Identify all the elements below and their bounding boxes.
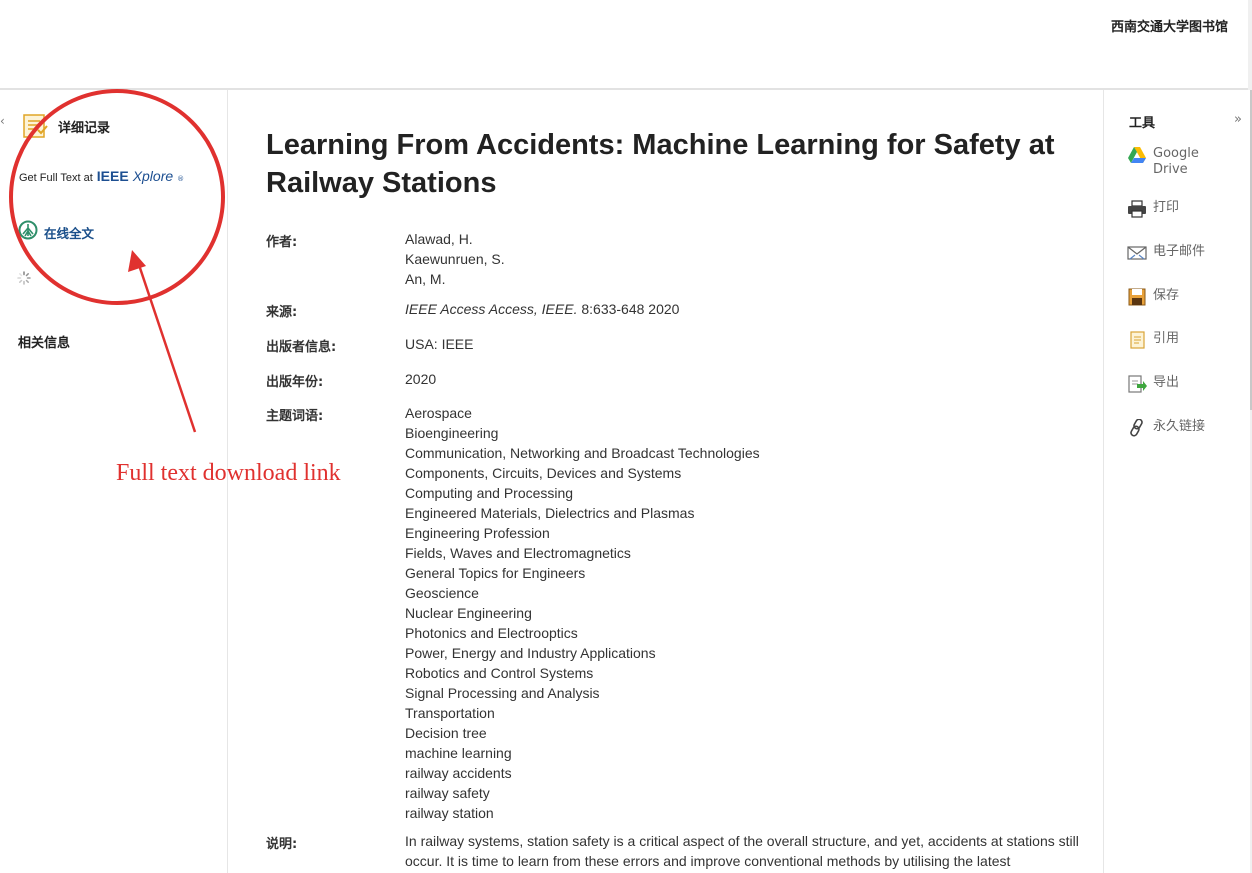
author-link[interactable]: Kaewunruen, S.	[405, 249, 505, 269]
tools-panel: 工具 » Google Drive 打印 电子邮件 保存 引用 导出 永久链接	[1103, 90, 1250, 873]
tool-save[interactable]: 保存	[1127, 288, 1179, 306]
tool-label: 引用	[1153, 331, 1180, 346]
subject-link[interactable]: Nuclear Engineering	[405, 603, 760, 623]
subjects-list: Aerospace Bioengineering Communication, …	[405, 403, 760, 823]
tool-permalink[interactable]: 永久链接	[1127, 419, 1205, 437]
subject-link[interactable]: Signal Processing and Analysis	[405, 683, 760, 703]
detail-record-label: 详细记录	[58, 120, 111, 136]
subject-link[interactable]: Photonics and Electrooptics	[405, 623, 760, 643]
tool-print[interactable]: 打印	[1127, 200, 1179, 218]
subject-link[interactable]: Transportation	[405, 703, 760, 723]
subject-link[interactable]: Geoscience	[405, 583, 760, 603]
save-icon	[1127, 288, 1147, 306]
tool-cite[interactable]: 引用	[1127, 331, 1179, 349]
tool-email[interactable]: 电子邮件	[1127, 244, 1205, 262]
ieee-logo-text: IEEE	[96, 168, 129, 184]
subject-link[interactable]: Computing and Processing	[405, 483, 760, 503]
subjects-label: 主题词语:	[266, 409, 324, 424]
author-link[interactable]: An, M.	[405, 269, 505, 289]
subject-link[interactable]: Robotics and Control Systems	[405, 663, 760, 683]
year-label: 出版年份:	[266, 375, 324, 390]
source-value: IEEE Access Access, IEEE. 8:633-648 2020	[405, 299, 679, 319]
collapse-left-panel-button[interactable]: ‹	[0, 114, 5, 128]
google-drive-icon	[1127, 146, 1147, 164]
loading-spinner-icon	[17, 270, 31, 285]
publisher-value: USA: IEEE	[405, 336, 474, 352]
publisher-label: 出版者信息:	[266, 340, 337, 355]
library-name: 西南交通大学图书馆	[1110, 20, 1228, 35]
subject-link[interactable]: General Topics for Engineers	[405, 563, 760, 583]
authors-label: 作者:	[266, 235, 298, 250]
expand-tools-button[interactable]: »	[1234, 112, 1242, 127]
related-info-heading: 相关信息	[18, 336, 71, 351]
subject-link[interactable]: railway accidents	[405, 763, 760, 783]
registered-mark: ®	[177, 175, 185, 183]
top-bar: 西南交通大学图书馆	[0, 0, 1252, 90]
subject-link[interactable]: Decision tree	[405, 723, 760, 743]
year-value: 2020	[405, 371, 437, 387]
cite-icon	[1127, 331, 1147, 349]
subject-link[interactable]: Fields, Waves and Electromagnetics	[405, 543, 760, 563]
email-icon	[1127, 244, 1147, 262]
annotation-label: Full text download link	[116, 460, 341, 486]
subject-link[interactable]: Components, Circuits, Devices and System…	[405, 463, 760, 483]
permalink-icon	[1127, 419, 1147, 437]
tool-label: 永久链接	[1153, 419, 1206, 434]
online-fulltext-link[interactable]: 在线全文	[18, 220, 94, 244]
authors-list: Alawad, H. Kaewunruen, S. An, M.	[405, 229, 505, 289]
subject-link[interactable]: Communication, Networking and Broadcast …	[405, 443, 760, 463]
tool-label: 电子邮件	[1153, 244, 1206, 259]
source-detail: 8:633-648 2020	[581, 301, 680, 317]
tool-label: Google Drive	[1153, 146, 1199, 177]
online-fulltext-label: 在线全文	[44, 225, 95, 241]
subject-link[interactable]: Engineering Profession	[405, 523, 760, 543]
online-fulltext-icon	[18, 220, 38, 244]
xplore-logo-text: Xplore	[132, 168, 174, 184]
tool-label: 保存	[1153, 288, 1180, 303]
author-link[interactable]: Alawad, H.	[405, 229, 505, 249]
document-icon	[22, 114, 48, 138]
description-text: In railway systems, station safety is a …	[405, 833, 1079, 869]
detail-record-link[interactable]: 详细记录	[22, 114, 110, 138]
export-icon	[1127, 375, 1147, 393]
subject-link[interactable]: railway safety	[405, 783, 760, 803]
subject-link[interactable]: Power, Energy and Industry Applications	[405, 643, 760, 663]
description-label: 说明:	[266, 837, 298, 852]
subject-link[interactable]: Aerospace	[405, 403, 760, 423]
subject-link[interactable]: machine learning	[405, 743, 760, 763]
tool-label: 打印	[1153, 200, 1180, 215]
source-label: 来源:	[266, 305, 298, 320]
tools-heading: 工具	[1129, 116, 1156, 131]
ieee-xplore-fulltext-link[interactable]: Get Full Text at IEEE Xplore ®	[19, 168, 184, 184]
tool-export[interactable]: 导出	[1127, 375, 1179, 393]
subject-link[interactable]: Engineered Materials, Dielectrics and Pl…	[405, 503, 760, 523]
source-journal: IEEE Access Access, IEEE.	[405, 301, 578, 317]
tool-label: 导出	[1153, 375, 1180, 390]
record-title: Learning From Accidents: Machine Learnin…	[266, 129, 1055, 199]
tool-google-drive[interactable]: Google Drive	[1127, 146, 1213, 178]
ieee-prefix-text: Get Full Text at	[19, 172, 93, 184]
record-main: Learning From Accidents: Machine Learnin…	[228, 90, 1102, 873]
subject-link[interactable]: railway station	[405, 803, 760, 823]
subject-link[interactable]: Bioengineering	[405, 423, 760, 443]
printer-icon	[1127, 200, 1147, 218]
